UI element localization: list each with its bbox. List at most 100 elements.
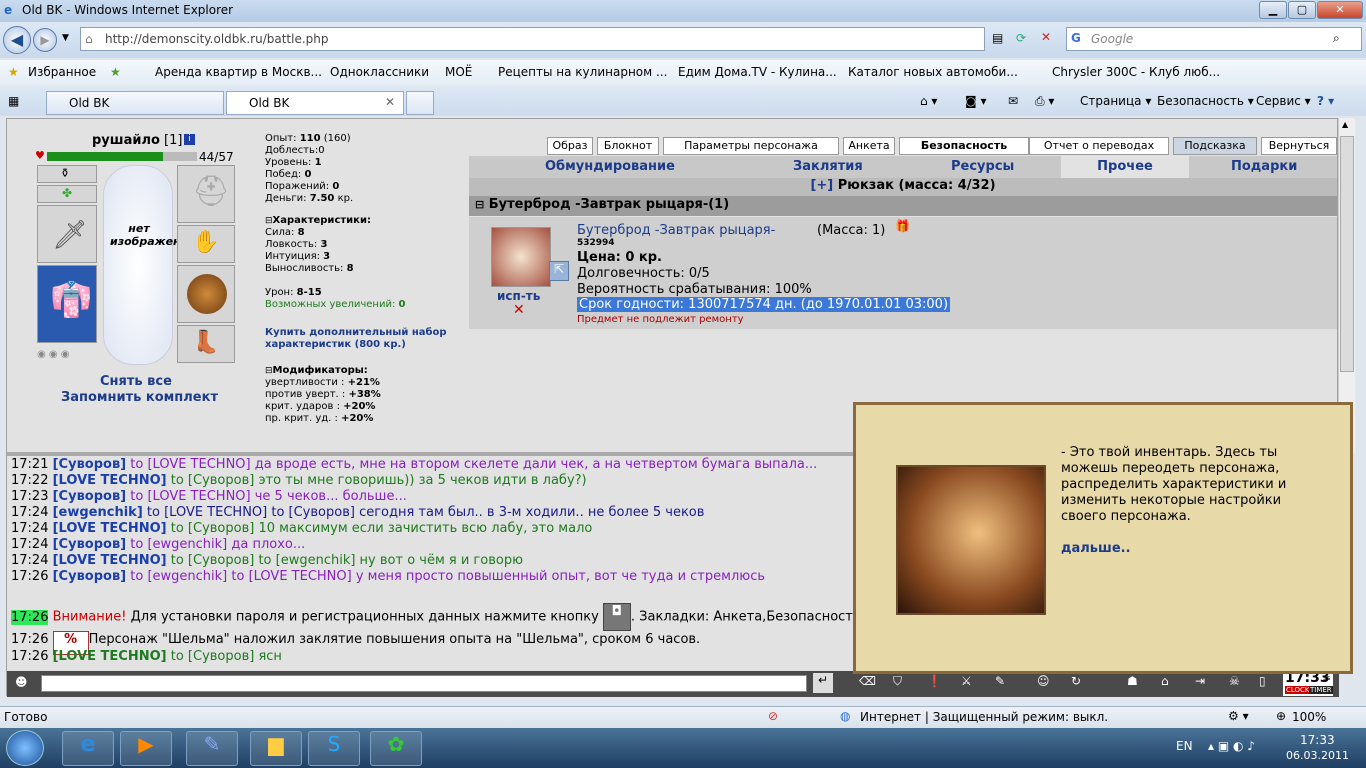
sys-user-3[interactable]: [LOVE TECHNO] [53,649,167,664]
chat-user[interactable]: [Суворов] [53,537,127,552]
forward-button[interactable]: ▶ [33,28,57,52]
nav-profile[interactable]: Анкета [843,137,895,155]
minimize-button[interactable]: ▁ [1259,1,1287,19]
nav-transfers[interactable]: Отчет о переводах [1029,137,1169,155]
taskbar-explorer[interactable]: ▆ [250,731,302,766]
alert-icon[interactable]: ❗ [927,674,942,688]
chat-user[interactable]: [LOVE TECHNO] [53,553,167,568]
slot-gloves[interactable]: ✋ [177,225,235,263]
filter-icon[interactable]: ⛉ [893,674,902,689]
page-menu[interactable]: Страница ▾ [1080,94,1151,108]
exit-icon[interactable]: ⇥ [1195,674,1205,688]
pen-icon[interactable]: ✎ [995,674,1005,688]
bag-icon[interactable]: ☗ [1127,674,1138,688]
nav-hint[interactable]: Подсказка [1173,137,1257,155]
smile-head-icon[interactable]: ☻ [15,675,28,689]
protected-mode-icon[interactable]: ⚙ ▾ [1228,709,1249,723]
scroll-up-icon[interactable]: ▲ [1342,120,1348,129]
taskbar-icq[interactable]: ✿ [370,731,422,766]
slot-shield[interactable] [177,265,235,323]
house-icon[interactable]: ⌂ [1161,674,1169,688]
info-icon[interactable]: i [184,134,195,145]
fight-icon[interactable]: ⚔ [961,674,972,688]
chat-user[interactable]: [Суворов] [53,569,127,584]
zoom-icon[interactable]: ⊕ [1276,709,1286,723]
add-favorite-icon[interactable]: ★ [110,65,121,79]
nav-notebook[interactable]: Блокнот [597,137,659,155]
nav-return[interactable]: Вернуться [1261,137,1337,155]
tab-resources[interactable]: Ресурсы [951,159,1014,174]
chat-user[interactable]: [Суворов] [53,457,127,472]
rings-row[interactable]: ◉ ◉ ◉ [37,349,97,363]
slot-earrings[interactable]: ⚱ [37,165,97,183]
tab-spells[interactable]: Заклятия [793,159,863,174]
fav-link-1[interactable]: Аренда квартир в Москв... [155,65,322,79]
fav-link-7[interactable]: Chrysler 300C - Клуб люб... [1052,65,1220,79]
maximize-button[interactable]: ▢ [1288,1,1316,19]
slot-boots[interactable]: 👢 [177,325,235,363]
tools-menu[interactable]: Сервис ▾ [1256,94,1311,108]
nav-image[interactable]: Образ [547,137,593,155]
ghost-icon[interactable]: ☠ [1229,674,1240,688]
door-icon[interactable]: ▯ [1259,674,1266,688]
slot-weapon[interactable]: 🗡 [37,205,97,263]
chat-user[interactable]: [Суворов] [53,489,127,504]
backpack-expand[interactable]: [+] [810,178,833,193]
search-icon[interactable]: ⌕ [1333,31,1340,46]
compat-icon[interactable]: ▤ [992,31,1003,45]
tab-2[interactable]: Old BK ✕ [226,91,404,115]
slot-amulet[interactable]: ✤ [37,185,97,203]
taskbar-media[interactable]: ▶ [120,731,172,766]
use-item-link[interactable]: исп-ть [497,289,540,303]
chat-input[interactable] [41,675,807,692]
home-icon[interactable]: ⌂ ▾ [920,94,937,108]
taskbar-tools[interactable]: ✎ [186,731,238,766]
collapse-mods-icon[interactable]: ⊟ [265,366,273,376]
help-icon[interactable]: ? ▾ [1317,94,1334,108]
start-button[interactable] [6,730,44,766]
save-set-link[interactable]: Запомнить комплект [61,390,218,405]
scroll-thumb[interactable] [1340,136,1354,372]
popup-blocked-icon[interactable]: ⊘ [768,709,778,723]
send-icon[interactable]: ↵ [813,673,833,693]
tab-other[interactable]: Прочее [1061,156,1189,178]
taskbar-ie[interactable]: e [62,731,114,766]
mail-icon[interactable]: ✉ [1008,94,1018,108]
nav-security[interactable]: Безопасность [899,137,1029,155]
print-icon[interactable]: ⎙ ▾ [1035,94,1054,109]
delete-item-icon[interactable]: ✕ [513,302,525,318]
fav-link-2[interactable]: Одноклассники [330,65,429,79]
status-zoom[interactable]: 100% [1292,710,1326,724]
buy-stats-link[interactable]: Купить дополнительный набор характеристи… [265,327,455,351]
eraser-icon[interactable]: ⌫ [859,674,876,688]
safety-menu[interactable]: Безопасность ▾ [1157,94,1254,108]
fav-link-5[interactable]: Едим Дома.TV - Кулина... [678,65,837,79]
item-group-header[interactable]: ⊟ Бутерброд -Завтрак рыцаря-(1) [469,196,1337,216]
back-button[interactable]: ◀ [3,26,31,54]
favorites-button[interactable]: Избранное [28,65,96,79]
collapse-icon[interactable]: ⊟ [265,216,273,226]
smiley-icon[interactable]: ☺ [1037,674,1050,688]
refresh-icon[interactable]: ⟳ [1016,31,1026,45]
tab-close-icon[interactable]: ✕ [385,95,395,109]
tab-gifts[interactable]: Подарки [1231,159,1297,174]
close-button[interactable]: ✕ [1317,1,1363,19]
money-bag-icon[interactable]: ◘ [602,603,631,631]
chat-user[interactable]: [LOVE TECHNO] [53,473,167,488]
nav-params[interactable]: Параметры персонажа [663,137,839,155]
item-name-link[interactable]: Бутерброд -Завтрак рыцаря- [577,223,775,238]
address-bar[interactable]: ⌂ http://demonscity.oldbk.ru/battle.php [80,27,985,51]
fav-link-6[interactable]: Каталог новых автомоби... [848,65,1018,79]
language-indicator[interactable]: EN [1176,739,1193,753]
fav-link-3[interactable]: МОЁ [445,65,472,79]
group-collapse-icon[interactable]: ⊟ [475,198,484,211]
slot-armor[interactable]: 👘 [37,265,97,343]
stop-icon[interactable]: ✕ [1041,30,1051,44]
chat-user[interactable]: [ewgenchik] [53,505,143,520]
slot-helmet[interactable]: ⛑ [177,165,235,223]
remove-all-link[interactable]: Снять все [100,374,172,389]
new-tab-button[interactable] [406,91,434,115]
quick-tabs-icon[interactable]: ▦ [8,94,19,108]
hint-next-link[interactable]: дальше.. [1061,541,1131,556]
transfer-icon[interactable]: ⇱ [549,261,569,281]
